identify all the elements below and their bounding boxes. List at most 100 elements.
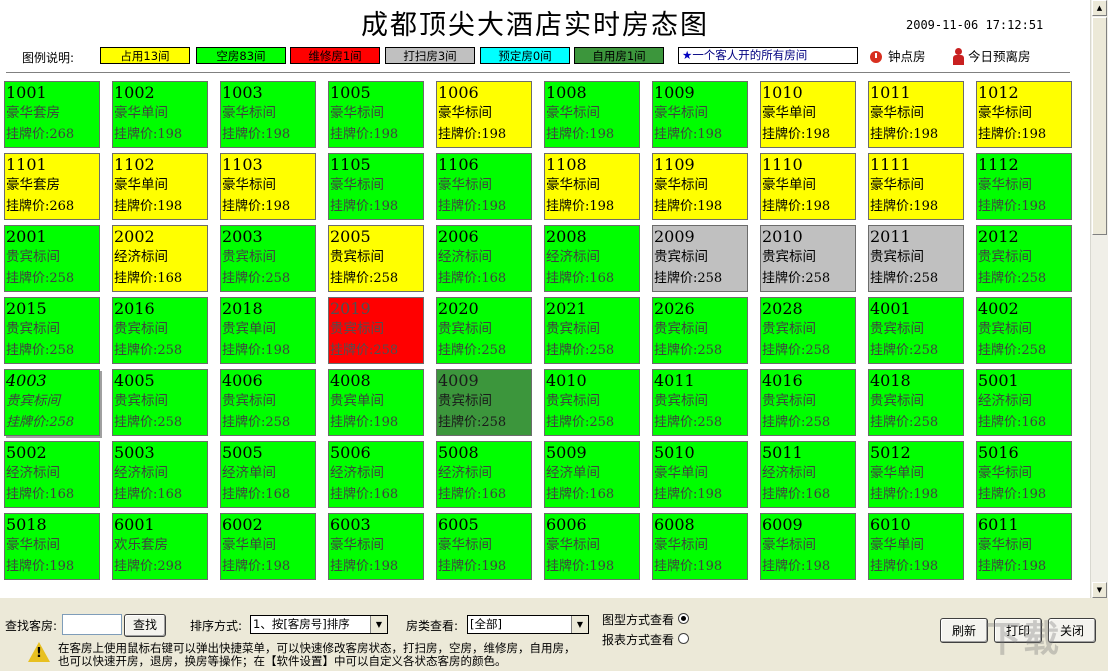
room-number: 4009: [438, 371, 479, 390]
room-tile[interactable]: 1009 豪华标间 挂牌价:198: [652, 81, 748, 148]
room-tile[interactable]: 2008 经济标间 挂牌价:168: [544, 225, 640, 292]
room-tile[interactable]: 2019 贵宾标间 挂牌价:258: [328, 297, 424, 364]
room-tile[interactable]: 1111 豪华标间 挂牌价:198: [868, 153, 964, 220]
room-tile[interactable]: 2002 经济标间 挂牌价:168: [112, 225, 208, 292]
room-tile[interactable]: 4011 贵宾标间 挂牌价:258: [652, 369, 748, 436]
room-tile[interactable]: 5018 豪华标间 挂牌价:198: [4, 513, 100, 580]
room-tile[interactable]: 5005 经济单间 挂牌价:168: [220, 441, 316, 508]
room-tile[interactable]: 5012 豪华单间 挂牌价:198: [868, 441, 964, 508]
room-tile[interactable]: 1001 豪华套房 挂牌价:268: [4, 81, 100, 148]
room-tile[interactable]: 1101 豪华套房 挂牌价:268: [4, 153, 100, 220]
sort-select[interactable]: 1、按[客房号]排序 ▼: [250, 615, 388, 634]
room-tile[interactable]: 6003 豪华标间 挂牌价:198: [328, 513, 424, 580]
room-tile[interactable]: 5016 豪华标间 挂牌价:198: [976, 441, 1072, 508]
room-type: 豪华标间: [330, 537, 384, 553]
room-tile[interactable]: 6011 豪华标间 挂牌价:198: [976, 513, 1072, 580]
room-tile[interactable]: 6008 豪华标间 挂牌价:198: [652, 513, 748, 580]
room-tile[interactable]: 2009 贵宾标间 挂牌价:258: [652, 225, 748, 292]
room-tile[interactable]: 1011 豪华标间 挂牌价:198: [868, 81, 964, 148]
view-graph-radio[interactable]: [678, 613, 689, 624]
search-button[interactable]: 查找: [124, 614, 166, 637]
room-tile[interactable]: 6010 豪华单间 挂牌价:198: [868, 513, 964, 580]
chevron-down-icon[interactable]: ▼: [370, 616, 387, 633]
view-report-radio[interactable]: [678, 633, 689, 644]
room-tile[interactable]: 2006 经济标间 挂牌价:168: [436, 225, 532, 292]
room-tile[interactable]: 1008 豪华标间 挂牌价:198: [544, 81, 640, 148]
room-type: 经济标间: [6, 465, 60, 481]
room-tile[interactable]: 1002 豪华单间 挂牌价:198: [112, 81, 208, 148]
room-tile[interactable]: 2012 贵宾标间 挂牌价:258: [976, 225, 1072, 292]
current-datetime: 2009-11-06 17:12:51: [906, 18, 1044, 32]
scroll-thumb[interactable]: [1092, 17, 1107, 235]
room-tile[interactable]: 4016 贵宾标间 挂牌价:258: [760, 369, 856, 436]
room-tile[interactable]: 4006 贵宾标间 挂牌价:258: [220, 369, 316, 436]
room-number: 4016: [762, 371, 803, 390]
room-tile[interactable]: 1105 豪华标间 挂牌价:198: [328, 153, 424, 220]
room-number: 4008: [330, 371, 371, 390]
star-icon: ★: [682, 48, 693, 62]
room-tile[interactable]: 6005 豪华标间 挂牌价:198: [436, 513, 532, 580]
room-tile[interactable]: 4002 贵宾标间 挂牌价:258: [976, 297, 1072, 364]
room-tile[interactable]: 4003 贵宾标间 挂牌价:258: [4, 369, 100, 436]
room-tile[interactable]: 2011 贵宾标间 挂牌价:258: [868, 225, 964, 292]
room-tile[interactable]: 1103 豪华标间 挂牌价:198: [220, 153, 316, 220]
room-tile[interactable]: 2020 贵宾标间 挂牌价:258: [436, 297, 532, 364]
room-tile[interactable]: 2015 贵宾标间 挂牌价:258: [4, 297, 100, 364]
room-tile[interactable]: 4001 贵宾标间 挂牌价:258: [868, 297, 964, 364]
room-tile[interactable]: 4018 贵宾标间 挂牌价:258: [868, 369, 964, 436]
room-tile[interactable]: 1110 豪华单间 挂牌价:198: [760, 153, 856, 220]
room-tile[interactable]: 1108 豪华标间 挂牌价:198: [544, 153, 640, 220]
room-tile[interactable]: 5008 经济标间 挂牌价:168: [436, 441, 532, 508]
room-tile[interactable]: 5010 豪华单间 挂牌价:198: [652, 441, 748, 508]
room-type: 贵宾标间: [870, 249, 924, 265]
room-tile[interactable]: 2003 贵宾标间 挂牌价:258: [220, 225, 316, 292]
room-tile[interactable]: 5011 经济标间 挂牌价:168: [760, 441, 856, 508]
room-tile[interactable]: 2016 贵宾标间 挂牌价:258: [112, 297, 208, 364]
room-tile[interactable]: 1003 豪华标间 挂牌价:198: [220, 81, 316, 148]
room-tile[interactable]: 6009 豪华标间 挂牌价:198: [760, 513, 856, 580]
room-tile[interactable]: 4010 贵宾标间 挂牌价:258: [544, 369, 640, 436]
room-tile[interactable]: 5003 经济标间 挂牌价:168: [112, 441, 208, 508]
room-type: 经济标间: [762, 465, 816, 481]
room-number: 1106: [438, 155, 479, 174]
room-tile[interactable]: 2018 贵宾单间 挂牌价:198: [220, 297, 316, 364]
room-tile[interactable]: 5009 经济单间 挂牌价:168: [544, 441, 640, 508]
room-tile[interactable]: 1010 豪华单间 挂牌价:198: [760, 81, 856, 148]
room-tile[interactable]: 6006 豪华标间 挂牌价:198: [544, 513, 640, 580]
room-tile[interactable]: 5001 经济标间 挂牌价:168: [976, 369, 1072, 436]
room-price: 挂牌价:198: [762, 199, 831, 214]
room-number: 2012: [978, 227, 1019, 246]
chevron-down-icon[interactable]: ▼: [571, 616, 588, 633]
scroll-down-button[interactable]: ▼: [1092, 582, 1107, 598]
room-price: 挂牌价:258: [330, 271, 399, 286]
room-type: 豪华标间: [654, 537, 708, 553]
room-tile[interactable]: 2028 贵宾标间 挂牌价:258: [760, 297, 856, 364]
room-tile[interactable]: 1005 豪华标间 挂牌价:198: [328, 81, 424, 148]
room-tile[interactable]: 1112 豪华标间 挂牌价:198: [976, 153, 1072, 220]
room-type: 豪华标间: [654, 177, 708, 193]
room-tile[interactable]: 1106 豪华标间 挂牌价:198: [436, 153, 532, 220]
room-tile[interactable]: 4009 贵宾标间 挂牌价:258: [436, 369, 532, 436]
room-tile[interactable]: 1102 豪华单间 挂牌价:198: [112, 153, 208, 220]
room-tile[interactable]: 2026 贵宾标间 挂牌价:258: [652, 297, 748, 364]
room-tile[interactable]: 5002 经济标间 挂牌价:168: [4, 441, 100, 508]
room-number: 2006: [438, 227, 479, 246]
room-tile[interactable]: 2010 贵宾标间 挂牌价:258: [760, 225, 856, 292]
room-tile[interactable]: 6002 豪华单间 挂牌价:198: [220, 513, 316, 580]
room-tile[interactable]: 1012 豪华标间 挂牌价:198: [976, 81, 1072, 148]
room-tile[interactable]: 6001 欢乐套房 挂牌价:298: [112, 513, 208, 580]
room-type-select[interactable]: [全部] ▼: [467, 615, 589, 634]
scroll-up-button[interactable]: ▲: [1092, 0, 1107, 16]
room-tile[interactable]: 2021 贵宾标间 挂牌价:258: [544, 297, 640, 364]
room-tile[interactable]: 2005 贵宾标间 挂牌价:258: [328, 225, 424, 292]
room-tile[interactable]: 1006 豪华标间 挂牌价:198: [436, 81, 532, 148]
room-type: 豪华标间: [438, 537, 492, 553]
room-tile[interactable]: 2001 贵宾标间 挂牌价:258: [4, 225, 100, 292]
refresh-button[interactable]: 刷新: [940, 618, 988, 643]
room-tile[interactable]: 5006 经济标间 挂牌价:168: [328, 441, 424, 508]
room-search-input[interactable]: [62, 614, 122, 635]
vertical-scrollbar[interactable]: ▲ ▼: [1090, 0, 1108, 598]
room-tile[interactable]: 4005 贵宾标间 挂牌价:258: [112, 369, 208, 436]
room-tile[interactable]: 1109 豪华标间 挂牌价:198: [652, 153, 748, 220]
room-tile[interactable]: 4008 贵宾单间 挂牌价:198: [328, 369, 424, 436]
